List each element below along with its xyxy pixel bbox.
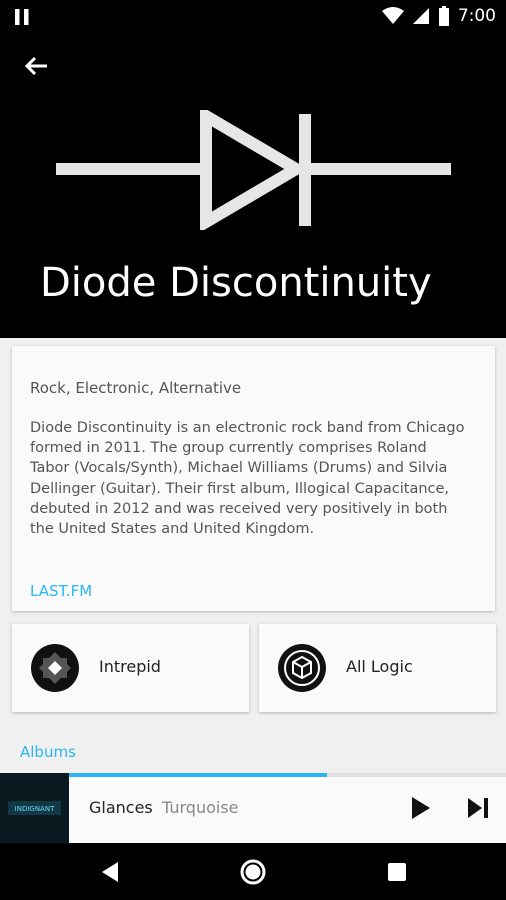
related-artist-name: All Logic	[346, 657, 413, 676]
playback-progress-fill	[69, 773, 327, 777]
related-artist-card-intrepid[interactable]: Intrepid	[12, 624, 249, 712]
signal-icon	[412, 8, 429, 24]
related-artist-card-all-logic[interactable]: All Logic	[259, 624, 496, 712]
mini-player[interactable]: INDIGNANT Glances Turquoise	[0, 773, 506, 843]
clock: 7:00	[457, 6, 496, 26]
album-art-text: INDIGNANT	[15, 805, 55, 813]
wifi-icon	[381, 7, 404, 24]
bio-card: Rock, Electronic, Alternative Diode Disc…	[12, 346, 495, 611]
back-arrow-icon[interactable]	[20, 50, 52, 82]
related-artist-name: Intrepid	[99, 657, 161, 676]
play-icon[interactable]	[405, 793, 435, 823]
albums-section-header: Albums	[20, 743, 76, 761]
all-logic-logo-icon	[278, 644, 326, 692]
nav-back-icon[interactable]	[96, 857, 126, 887]
status-bar: 7:00	[0, 0, 506, 32]
track-artist: Turquoise	[162, 798, 239, 817]
nav-recents-icon[interactable]	[382, 857, 412, 887]
playback-progress[interactable]	[69, 773, 506, 777]
track-title: Glances	[89, 798, 153, 817]
pause-icon	[15, 9, 29, 25]
artist-biography: Diode Discontinuity is an electronic roc…	[30, 420, 465, 538]
system-nav-bar	[0, 843, 506, 900]
genre-list: Rock, Electronic, Alternative	[30, 379, 242, 397]
battery-icon	[438, 6, 449, 26]
skip-next-icon[interactable]	[463, 793, 493, 823]
lastfm-link[interactable]: LAST.FM	[30, 582, 92, 600]
intrepid-logo-icon	[31, 644, 79, 692]
diode-symbol-icon	[56, 110, 451, 230]
artist-title: Diode Discontinuity	[40, 260, 432, 306]
nav-home-icon[interactable]	[238, 857, 268, 887]
artist-content: Rock, Electronic, Alternative Diode Disc…	[0, 338, 506, 773]
album-art[interactable]: INDIGNANT	[0, 773, 69, 843]
